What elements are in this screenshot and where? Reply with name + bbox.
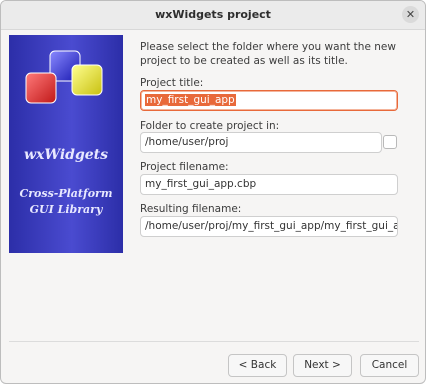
- button-divider: [9, 341, 419, 342]
- project-filename-label: Project filename:: [140, 161, 229, 173]
- folder-input[interactable]: /home/user/proj: [140, 132, 382, 153]
- resulting-filename-input[interactable]: /home/user/proj/my_first_gui_app/my_firs…: [140, 216, 398, 237]
- next-button[interactable]: Next >: [293, 354, 352, 377]
- banner-title: wxWidgets: [23, 147, 109, 163]
- dialog-window: wxWidgets project ✕ wxWidgets Cross-Plat…: [0, 0, 426, 384]
- project-title-label: Project title:: [140, 77, 204, 89]
- banner-subtitle-line2: GUI Library: [29, 203, 103, 216]
- cancel-button[interactable]: Cancel: [360, 354, 419, 377]
- title-bar: wxWidgets project ✕: [1, 1, 425, 30]
- close-icon[interactable]: ✕: [402, 6, 419, 23]
- banner-subtitle-line1: Cross-Platform: [19, 187, 113, 200]
- project-filename-input[interactable]: my_first_gui_app.cbp: [140, 174, 398, 195]
- wxwidgets-banner: wxWidgets Cross-Platform GUI Library: [9, 35, 123, 253]
- intro-text: Please select the folder where you want …: [140, 41, 396, 67]
- project-title-value: my_first_gui_app: [145, 94, 236, 106]
- resulting-filename-label: Resulting filename:: [140, 203, 242, 215]
- project-title-input[interactable]: my_first_gui_app: [140, 90, 398, 111]
- wxwidgets-logo-icon: [25, 50, 103, 104]
- window-title: wxWidgets project: [155, 8, 271, 21]
- folder-checkbox[interactable]: [383, 135, 397, 149]
- folder-label: Folder to create project in:: [140, 120, 280, 132]
- back-button[interactable]: < Back: [228, 354, 287, 377]
